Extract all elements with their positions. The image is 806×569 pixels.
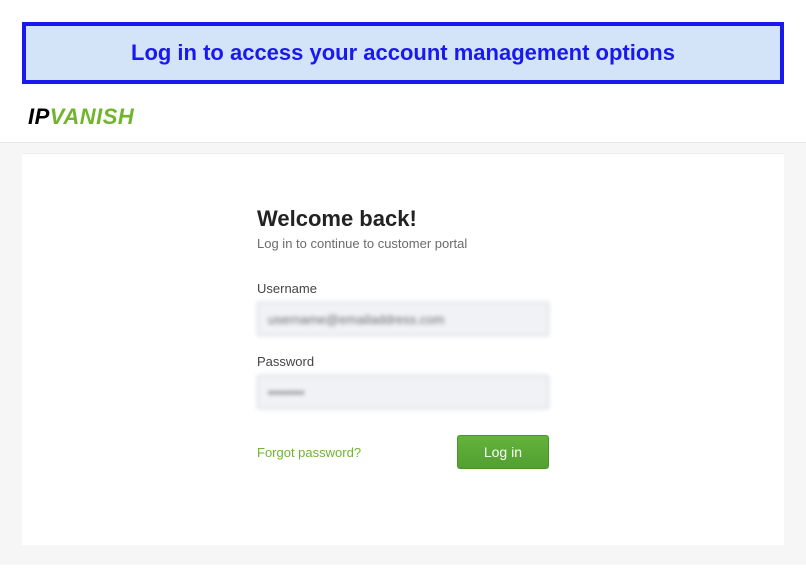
page-subtitle: Log in to continue to customer portal xyxy=(257,236,549,251)
page-title: Welcome back! xyxy=(257,206,549,232)
logo-part-vanish: VANISH xyxy=(50,104,135,129)
login-button[interactable]: Log in xyxy=(457,435,549,469)
password-label: Password xyxy=(257,354,549,369)
header: IPVANISH xyxy=(0,96,806,143)
username-label: Username xyxy=(257,281,549,296)
password-input[interactable] xyxy=(257,375,549,409)
annotation-text: Log in to access your account management… xyxy=(131,40,675,65)
form-actions: Forgot password? Log in xyxy=(257,435,549,469)
page-background: Welcome back! Log in to continue to cust… xyxy=(0,143,806,565)
login-form: Welcome back! Log in to continue to cust… xyxy=(257,206,549,469)
annotation-banner: Log in to access your account management… xyxy=(22,22,784,84)
login-card: Welcome back! Log in to continue to cust… xyxy=(22,153,784,545)
ipvanish-logo: IPVANISH xyxy=(28,104,778,130)
username-input[interactable] xyxy=(257,302,549,336)
forgot-password-link[interactable]: Forgot password? xyxy=(257,445,361,460)
logo-part-ip: IP xyxy=(28,104,50,129)
